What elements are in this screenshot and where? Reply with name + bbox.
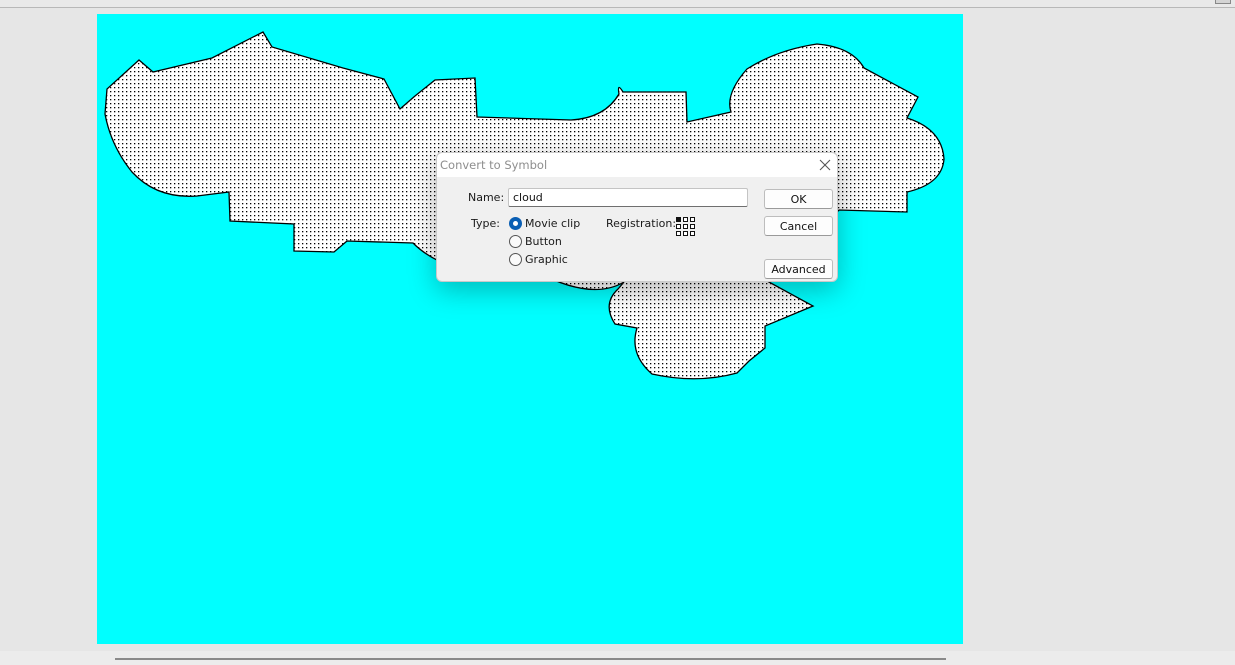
dialog-titlebar[interactable]: Convert to Symbol	[437, 153, 837, 177]
type-option-label: Movie clip	[525, 216, 581, 230]
workspace: Convert to Symbol Name: Type: Movie clip…	[0, 0, 1235, 665]
radio-button[interactable]	[509, 234, 522, 248]
type-option-graphic[interactable]: Graphic	[509, 252, 568, 266]
type-label: Type:	[471, 217, 500, 230]
ok-button[interactable]: OK	[764, 189, 833, 209]
horizontal-scrollbar[interactable]	[115, 658, 946, 660]
cloud-shape[interactable]	[97, 14, 963, 644]
type-option-button[interactable]: Button	[509, 234, 562, 248]
registration-point-top-right[interactable]	[690, 217, 695, 222]
cancel-button[interactable]: Cancel	[764, 216, 833, 236]
registration-label: Registration:	[606, 217, 677, 230]
radio-movie-clip[interactable]	[509, 216, 522, 230]
stage-canvas[interactable]	[97, 14, 963, 644]
registration-point-top-center[interactable]	[683, 217, 688, 222]
name-field[interactable]	[508, 188, 748, 207]
convert-to-symbol-dialog: Convert to Symbol Name: Type: Movie clip…	[436, 152, 838, 282]
registration-point-center[interactable]	[683, 224, 688, 229]
radio-graphic[interactable]	[509, 252, 522, 266]
registration-point-top-left[interactable]	[676, 217, 681, 222]
registration-point-middle-right[interactable]	[690, 224, 695, 229]
registration-grid[interactable]	[676, 217, 696, 237]
advanced-button[interactable]: Advanced	[764, 259, 833, 279]
corner-handle[interactable]	[1215, 0, 1231, 4]
type-option-movie-clip[interactable]: Movie clip	[509, 216, 580, 230]
type-option-label: Graphic	[525, 252, 568, 266]
dialog-title: Convert to Symbol	[440, 158, 548, 172]
type-option-label: Button	[525, 234, 562, 248]
name-label: Name:	[468, 191, 505, 204]
close-icon[interactable]	[815, 155, 835, 175]
registration-point-bottom-left[interactable]	[676, 231, 681, 236]
top-strip	[0, 0, 1235, 8]
registration-point-middle-left[interactable]	[676, 224, 681, 229]
registration-point-bottom-center[interactable]	[683, 231, 688, 236]
registration-point-bottom-right[interactable]	[690, 231, 695, 236]
